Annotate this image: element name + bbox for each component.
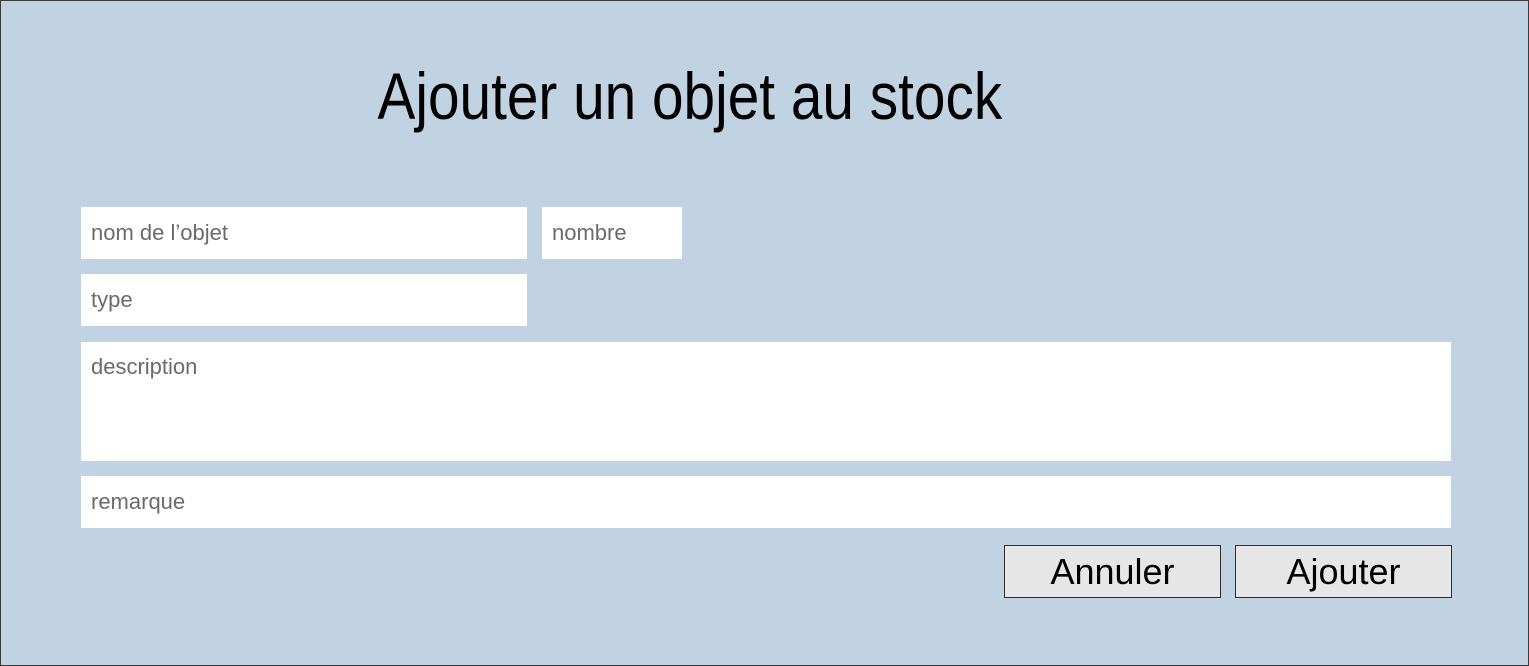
quantity-input[interactable] bbox=[542, 207, 682, 259]
add-item-dialog: Ajouter un objet au stock Annuler Ajoute… bbox=[0, 0, 1529, 666]
add-button[interactable]: Ajouter bbox=[1235, 545, 1452, 598]
description-textarea[interactable] bbox=[81, 342, 1451, 461]
type-input[interactable] bbox=[81, 274, 527, 326]
remark-input[interactable] bbox=[81, 476, 1451, 528]
cancel-button[interactable]: Annuler bbox=[1004, 545, 1221, 598]
dialog-title: Ajouter un objet au stock bbox=[377, 59, 1003, 133]
item-name-input[interactable] bbox=[81, 207, 527, 259]
